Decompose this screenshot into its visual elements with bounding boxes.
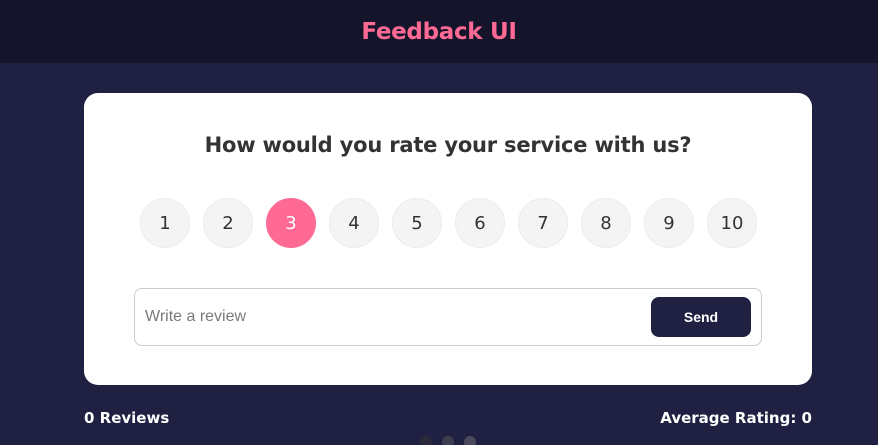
review-stats: 0 Reviews Average Rating: 0 bbox=[84, 409, 812, 427]
rating-option-7[interactable]: 7 bbox=[518, 198, 568, 248]
rating-option-5[interactable]: 5 bbox=[392, 198, 442, 248]
feedback-card: How would you rate your service with us?… bbox=[84, 93, 812, 385]
app-title: Feedback UI bbox=[361, 18, 517, 45]
rating-option-6[interactable]: 6 bbox=[455, 198, 505, 248]
rating-option-4[interactable]: 4 bbox=[329, 198, 379, 248]
rating-option-10[interactable]: 10 bbox=[707, 198, 757, 248]
review-form: Send bbox=[134, 288, 762, 346]
rating-option-2[interactable]: 2 bbox=[203, 198, 253, 248]
loader-dot-2 bbox=[442, 436, 454, 445]
rating-option-9[interactable]: 9 bbox=[644, 198, 694, 248]
review-input[interactable] bbox=[145, 297, 645, 337]
loader-dot-1 bbox=[420, 436, 432, 445]
average-rating: Average Rating: 0 bbox=[660, 409, 812, 427]
review-count: 0 Reviews bbox=[84, 409, 170, 427]
app-header: Feedback UI bbox=[0, 0, 878, 63]
rating-option-1[interactable]: 1 bbox=[140, 198, 190, 248]
loader-dot-3 bbox=[464, 436, 476, 445]
send-button[interactable]: Send bbox=[651, 297, 751, 337]
rating-option-8[interactable]: 8 bbox=[581, 198, 631, 248]
rating-question: How would you rate your service with us? bbox=[204, 133, 692, 157]
rating-options: 1 2 3 4 5 6 7 8 9 10 bbox=[140, 198, 757, 248]
rating-option-3[interactable]: 3 bbox=[266, 198, 316, 248]
loading-indicator bbox=[420, 436, 486, 445]
